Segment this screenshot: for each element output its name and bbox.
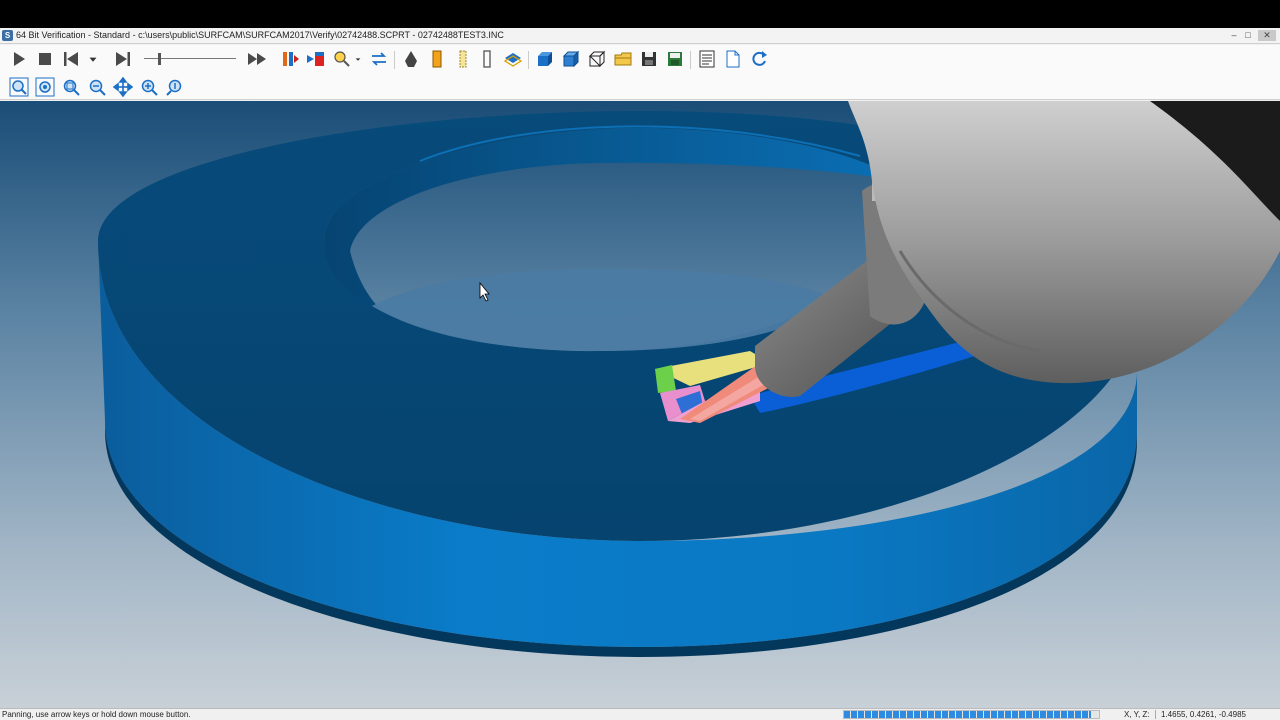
pan-button[interactable] (112, 76, 134, 98)
dropdown-arrow-icon (355, 58, 361, 61)
play-icon (14, 52, 25, 66)
solid-cube-icon (538, 52, 552, 66)
status-bar: Panning, use arrow keys or hold down mou… (0, 708, 1280, 720)
holder-view-icon (432, 50, 442, 68)
fast-forward-icon (248, 53, 266, 65)
app-icon: S (2, 30, 13, 41)
status-message: Panning, use arrow keys or hold down mou… (2, 710, 191, 719)
zoom-in-icon (141, 79, 158, 96)
step-forward-icon (116, 52, 130, 66)
stop-icon (39, 53, 51, 65)
status-separator (1155, 710, 1156, 719)
close-button[interactable]: ✕ (1258, 30, 1276, 41)
zoom-fit-icon (9, 77, 29, 97)
save-button[interactable] (638, 48, 660, 70)
open-button[interactable] (612, 48, 634, 70)
window-title: 64 Bit Verification - Standard - c:\user… (16, 30, 504, 40)
layer-button[interactable] (502, 48, 524, 70)
tool-view-icon (405, 51, 417, 67)
toolbar-separator (528, 51, 529, 69)
swap-button[interactable] (368, 48, 390, 70)
refresh-icon (752, 51, 767, 66)
single-step-button[interactable] (279, 48, 301, 70)
history-dropdown[interactable] (86, 48, 100, 70)
fast-forward-button[interactable] (246, 48, 268, 70)
holder-view-button[interactable] (426, 48, 448, 70)
coordinate-value: 1.4655, 0.4261, -0.4985 (1161, 710, 1246, 719)
zoom-all-button[interactable] (34, 76, 56, 98)
pan-icon (113, 77, 133, 97)
zoom-out-icon (89, 79, 106, 96)
zoom-dropdown[interactable] (352, 48, 364, 70)
title-bar[interactable]: S 64 Bit Verification - Standard - c:\us… (0, 28, 1280, 44)
ruler-icon (459, 50, 467, 68)
minimize-button[interactable]: ‒ (1228, 30, 1240, 41)
new-button[interactable] (722, 48, 744, 70)
zoom-tool-icon (334, 51, 350, 67)
refresh-button[interactable] (748, 48, 770, 70)
wire-cube-icon (588, 50, 606, 68)
shaded-cube-icon (562, 50, 580, 68)
measure-icon (483, 50, 491, 68)
zoom-all-icon (35, 77, 55, 97)
save-stl-icon (668, 52, 682, 66)
toolbar-separator (690, 51, 691, 69)
save-icon (642, 52, 656, 66)
3d-viewport[interactable] (0, 101, 1280, 708)
progress-fill (844, 711, 1092, 718)
step-forward-button[interactable] (112, 48, 134, 70)
zoom-window-icon (63, 79, 80, 96)
verification-scene (0, 101, 1280, 708)
zoom-window-button[interactable] (60, 76, 82, 98)
dropdown-arrow-icon (89, 57, 97, 62)
slider-thumb[interactable] (157, 53, 161, 65)
play-button[interactable] (8, 48, 30, 70)
new-document-icon (726, 50, 740, 68)
toolbar-separator (394, 51, 395, 69)
solid-view-button[interactable] (534, 48, 556, 70)
skip-to-start-button[interactable] (60, 48, 82, 70)
layer-icon (503, 53, 523, 67)
swap-arrows-icon (371, 52, 387, 66)
zoom-dynamic-button[interactable] (164, 76, 186, 98)
single-step-icon (283, 52, 299, 66)
report-icon (699, 50, 715, 68)
app-window: S 64 Bit Verification - Standard - c:\us… (0, 0, 1280, 720)
zoom-dynamic-icon (166, 79, 182, 96)
simulation-toolbar (0, 45, 1280, 73)
report-button[interactable] (696, 48, 718, 70)
measure-button[interactable] (476, 48, 498, 70)
run-to-button[interactable] (305, 48, 327, 70)
view-toolbar (0, 73, 1280, 100)
zoom-in-button[interactable] (138, 76, 160, 98)
save-stl-button[interactable] (664, 48, 686, 70)
screen-border (0, 0, 1280, 28)
zoom-out-button[interactable] (86, 76, 108, 98)
open-folder-icon (614, 52, 632, 66)
zoom-tool-button[interactable] (331, 48, 353, 70)
tool-view-button[interactable] (400, 48, 422, 70)
coordinate-label: X, Y, Z: (1124, 710, 1150, 719)
simulation-progress-bar (843, 710, 1100, 719)
zoom-fit-button[interactable] (8, 76, 30, 98)
wireframe-view-button[interactable] (586, 48, 608, 70)
skip-to-start-icon (64, 52, 78, 66)
speed-slider[interactable] (140, 52, 240, 66)
maximize-button[interactable]: □ (1242, 30, 1254, 41)
run-to-icon (307, 52, 324, 66)
shaded-view-button[interactable] (560, 48, 582, 70)
ruler-button[interactable] (452, 48, 474, 70)
stop-button[interactable] (34, 48, 56, 70)
